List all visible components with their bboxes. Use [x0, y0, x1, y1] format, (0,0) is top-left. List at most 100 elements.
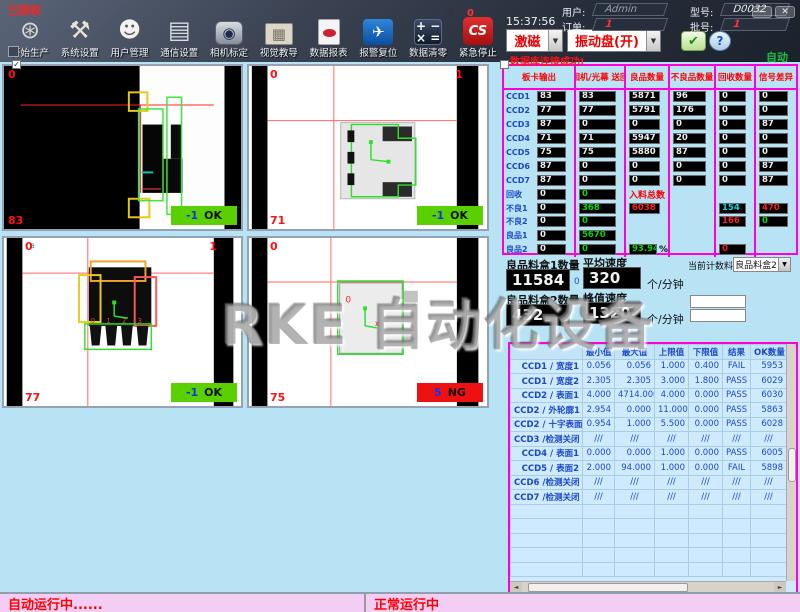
current-counter-value: 良品料盒2 — [734, 258, 778, 271]
close-button[interactable]: ✕ — [775, 6, 795, 18]
quality-cell: 4714.000 — [615, 388, 655, 403]
quality-cell: /// — [615, 432, 655, 447]
quality-cell: 2.954 — [583, 403, 615, 418]
grid-row-label: 良品2 — [504, 243, 534, 257]
order-label: 订单: — [562, 19, 585, 34]
value-box: 0 — [719, 91, 746, 102]
toolbar-button-alarm-reset[interactable]: ✈报警复位 — [354, 7, 402, 59]
toolbar-button-emergency-stop[interactable]: CS紧急停止 — [454, 7, 502, 59]
toolbar-button-camera[interactable]: ◉相机标定 — [205, 7, 253, 59]
box1-extra: 0 — [574, 277, 580, 287]
quality-cell: 2.305 — [615, 374, 655, 389]
value-box: 0 — [629, 175, 660, 186]
badge-value: -1 — [186, 209, 198, 222]
value-box: 0 — [673, 119, 706, 130]
chevron-down-icon[interactable]: ▼ — [548, 30, 562, 51]
toolbar-button-tools[interactable]: ⚒系统设置 — [56, 7, 104, 59]
grid-row-label: CCD3 — [504, 118, 534, 132]
camera-view-4[interactable]: 0 x 0 75 5 NG — [247, 236, 489, 408]
quality-table: 最小值最大值上限值下限值结果OK数量CCD1 / 宽度10.0560.0561.… — [510, 344, 787, 577]
camera1-count-top: 0 — [8, 68, 16, 81]
panel-checkbox[interactable] — [500, 60, 509, 69]
camera-view-2[interactable]: 0 1 71 -1 OK — [247, 64, 489, 231]
spare-input-1[interactable] — [690, 295, 746, 308]
toolbar-button-server[interactable]: ▤通信设置 — [155, 7, 203, 59]
chevron-down-icon[interactable]: ▼ — [646, 30, 660, 51]
quality-cell-empty — [723, 562, 751, 577]
db-status-message: 数据库连接成功! — [510, 53, 585, 68]
status-right: 正常运行中 — [366, 594, 800, 612]
grid-cell: 0 — [534, 215, 576, 229]
current-counter-dropdown[interactable]: 良品料盒2 ▼ — [733, 257, 791, 272]
scroll-left-icon[interactable]: ◄ — [510, 582, 522, 593]
grid-cell: 96 — [670, 90, 716, 104]
grid-cell: 0 — [716, 146, 756, 160]
camera-view-3[interactable]: 0 1 2 3 a 0 1 77 -1 OK — [2, 236, 243, 408]
quality-row-label: CCD3 /检测关闭 — [511, 432, 583, 447]
minimize-button[interactable]: — — [752, 6, 772, 18]
quality-cell: 5.500 — [655, 417, 689, 432]
table-row: CCD1 / 宽度10.0560.0561.0000.400FAIL5953 — [511, 359, 787, 374]
grid-cell: 0 — [716, 90, 756, 104]
grid-cell: 166 — [716, 215, 756, 229]
mode-label: 自动 — [766, 49, 788, 65]
quality-cell: /// — [723, 490, 751, 505]
value-box: 0 — [579, 244, 616, 255]
grid-cell: 0 — [716, 243, 756, 257]
user-value: Admin — [603, 4, 638, 15]
quality-cell: FAIL — [723, 461, 751, 476]
toolbar-button-calculator[interactable]: + − × =数据清零 — [404, 7, 452, 59]
quality-table-header: 结果 — [723, 345, 751, 360]
value-box: 77 — [537, 105, 566, 116]
excitation-dropdown-value: 激磁 — [507, 30, 548, 51]
quality-table-header: 上限值 — [655, 345, 689, 360]
quality-cell: 6030 — [751, 388, 787, 403]
badge-value: 5 — [434, 386, 442, 399]
quality-cell-empty — [655, 504, 689, 519]
grid-cell: 0 — [716, 118, 756, 132]
value-box: 93.94 — [629, 244, 657, 255]
scrollbar-thumb[interactable] — [788, 448, 796, 482]
camera4-result-badge: 5 NG — [417, 383, 483, 402]
quality-cell-empty — [689, 548, 723, 563]
grid-cell: 0 — [716, 104, 756, 118]
toolbar-button-users[interactable]: ☻用户管理 — [106, 7, 154, 59]
camera-view-1[interactable]: 0 83 -1 OK — [2, 64, 243, 231]
quality-cell: 6029 — [751, 374, 787, 389]
quality-cell: 6028 — [751, 417, 787, 432]
server-icon: ▤ — [163, 15, 195, 45]
calculator-icon: + − × = — [414, 19, 442, 45]
grid-cell: 83 — [534, 90, 576, 104]
vertical-scrollbar[interactable] — [786, 344, 796, 581]
grid-row-label: CCD1 — [504, 90, 534, 104]
quality-table-header-row: 最小值最大值上限值下限值结果OK数量 — [511, 345, 787, 360]
scrollbar-thumb[interactable] — [528, 583, 688, 592]
horizontal-scrollbar[interactable]: ◄ ► — [510, 581, 786, 592]
quality-cell: 1.000 — [655, 446, 689, 461]
grid-row-label: CCD6 — [504, 159, 534, 173]
value-box: 0 — [673, 175, 706, 186]
quality-cell: /// — [689, 490, 723, 505]
quality-cell: /// — [751, 432, 787, 447]
toolbar-button-label: 视觉教导 — [260, 45, 298, 59]
value-box: 0 — [629, 119, 660, 130]
grid-cell: 0 — [716, 159, 756, 173]
toolbar-button-label: 通信设置 — [160, 45, 198, 59]
toolbar-button-vision-teach[interactable]: ▦视觉教导 — [255, 7, 303, 59]
spare-input-2[interactable] — [690, 309, 746, 322]
clock: 15:37:56 — [506, 15, 555, 28]
grid-cell: 5880 — [626, 146, 670, 160]
confirm-button[interactable]: ✔ — [681, 31, 706, 51]
peak-speed-unit: 个/分钟 — [647, 311, 684, 327]
quality-cell-empty — [751, 562, 787, 577]
quality-cell-empty — [583, 548, 615, 563]
camera-checkbox[interactable]: ✓ — [12, 60, 21, 69]
toolbar-button-report[interactable]: 数据报表 — [305, 7, 353, 59]
grid-row-label: CCD7 — [504, 173, 534, 187]
value-box: 5670 — [579, 230, 616, 241]
excitation-dropdown[interactable]: 激磁 ▼ — [506, 29, 563, 52]
help-button[interactable]: ? — [709, 31, 731, 51]
scroll-right-icon[interactable]: ► — [774, 582, 786, 593]
chevron-down-icon[interactable]: ▼ — [778, 258, 790, 271]
grid-cell: 0 — [576, 173, 626, 187]
